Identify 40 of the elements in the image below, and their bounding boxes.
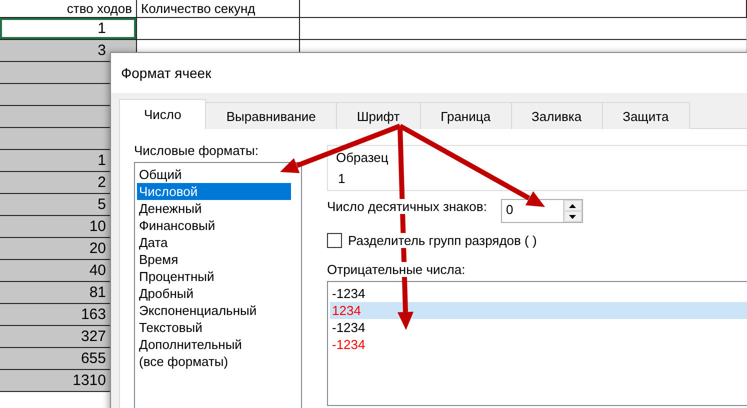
list-item[interactable]: Дата — [137, 234, 291, 251]
field-label: Число десятичных знаков: — [327, 199, 487, 214]
tab[interactable]: Число — [119, 99, 206, 129]
group-legend: Образец — [336, 150, 747, 165]
tab[interactable]: Заливка — [510, 102, 603, 129]
list-item[interactable]: Экспоненциальный — [137, 302, 291, 319]
format-list[interactable]: Общий Числовой Денежный Финансовый Дата Время Процентный Дробный Экспоненциальный Текстовый Дополнительный (все форматы) — [134, 162, 302, 408]
list-item[interactable]: -1234 — [330, 319, 747, 336]
number-format-text: 1234 — [332, 302, 361, 319]
list-item[interactable]: Числовой — [137, 183, 291, 200]
tab[interactable]: Выравнивание — [205, 102, 337, 129]
list-item[interactable]: Дробный — [137, 285, 291, 302]
list-item[interactable]: -1234 — [330, 285, 747, 302]
tab[interactable]: Шрифт — [336, 102, 421, 129]
checkbox-label: Разделитель групп разрядов ( ) — [348, 233, 537, 248]
negative-list[interactable]: -1234 1234 -1234 -1234 — [327, 281, 747, 406]
list-item[interactable]: -1234 — [330, 336, 747, 353]
number-format-text: -1234 — [332, 285, 366, 302]
column-header: Количество секунд — [137, 0, 300, 18]
list-item[interactable]: Текстовый — [137, 319, 291, 336]
tab[interactable]: Защита — [602, 102, 690, 129]
list-item[interactable]: Время — [137, 251, 291, 268]
field-label: Числовые форматы: — [134, 143, 260, 158]
list-item[interactable]: Дополнительный — [137, 336, 291, 353]
sample-value: 1 — [337, 171, 346, 186]
spin-down-icon[interactable] — [564, 211, 582, 222]
field-label: Отрицательные числа: — [327, 262, 466, 277]
list-item[interactable]: (все форматы) — [137, 353, 291, 370]
list-item[interactable]: Денежный — [137, 200, 291, 217]
tab[interactable]: Граница — [420, 102, 512, 129]
table-cell: 3 — [0, 40, 137, 62]
list-item[interactable]: Общий — [137, 166, 291, 183]
list-item[interactable]: Финансовый — [137, 217, 291, 234]
number-format-text: -1234 — [332, 319, 366, 336]
spin-up-icon[interactable] — [564, 200, 582, 211]
list-item[interactable]: Процентный — [137, 268, 291, 285]
checkbox[interactable] — [327, 233, 342, 248]
table-cell: 1 — [0, 18, 137, 40]
number-format-text: -1234 — [332, 336, 366, 353]
window-title: Формат ячеек — [121, 65, 212, 81]
